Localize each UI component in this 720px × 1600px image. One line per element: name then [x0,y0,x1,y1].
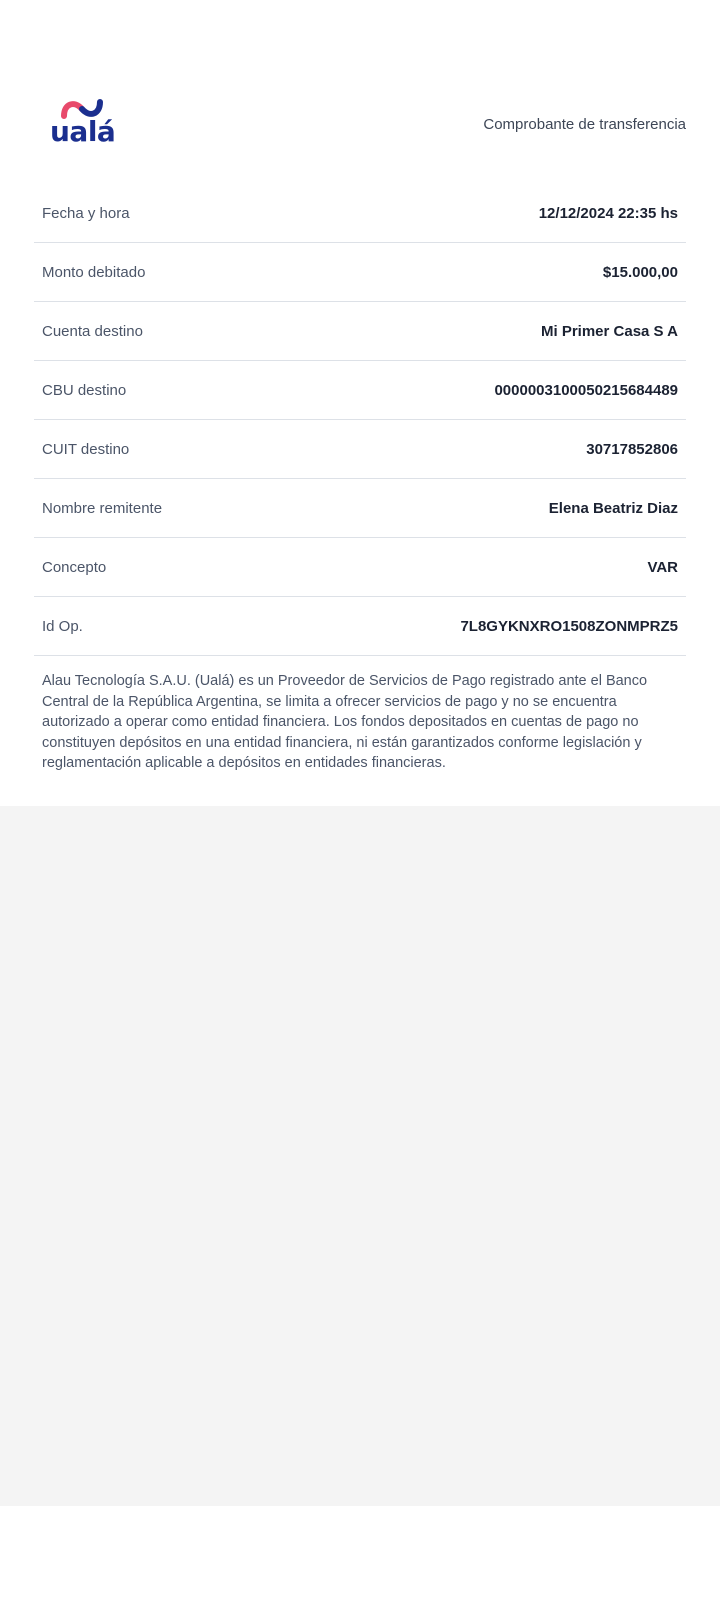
detail-row-date: Fecha y hora 12/12/2024 22:35 hs [34,184,686,243]
detail-label: Fecha y hora [42,204,130,222]
detail-label: Concepto [42,558,107,576]
legal-disclaimer: Alau Tecnología S.A.U. (Ualá) es un Prov… [42,673,648,771]
detail-label: CBU destino [42,381,127,399]
background-panel [0,806,720,1506]
detail-row-concept: Concepto VAR [34,538,686,597]
detail-label: Nombre remitente [42,499,163,517]
transfer-receipt: ualá Comprobante de transferencia Fecha … [0,0,720,806]
detail-label: Monto debitado [42,263,146,281]
receipt-header: ualá Comprobante de transferencia [0,0,720,190]
detail-value: 0000003100050215684489 [494,381,678,399]
detail-value: 12/12/2024 22:35 hs [538,204,678,222]
detail-label: Id Op. [42,617,83,635]
detail-row-cbu: CBU destino 0000003100050215684489 [34,361,686,420]
logo-wordmark: ualá [50,115,116,148]
detail-value: Elena Beatriz Diaz [548,499,678,517]
detail-value: Mi Primer Casa S A [541,322,678,340]
detail-label: Cuenta destino [42,322,143,340]
document-title: Comprobante de transferencia [483,116,686,133]
uala-logo: ualá [50,98,116,150]
detail-row-sender: Nombre remitente Elena Beatriz Diaz [34,479,686,538]
detail-value: $15.000,00 [602,263,678,281]
details-list: Fecha y hora 12/12/2024 22:35 hs Monto d… [34,184,686,656]
detail-row-amount: Monto debitado $15.000,00 [34,243,686,302]
footer-blank [0,1506,720,1600]
detail-row-operation-id: Id Op. 7L8GYKNXRO1508ZONMPRZ5 [34,597,686,656]
detail-row-destination-account: Cuenta destino Mi Primer Casa S A [34,302,686,361]
detail-row-cuit: CUIT destino 30717852806 [34,420,686,479]
detail-value: VAR [647,558,678,576]
detail-label: CUIT destino [42,440,130,458]
detail-value: 30717852806 [586,440,678,458]
detail-value: 7L8GYKNXRO1508ZONMPRZ5 [460,617,678,635]
